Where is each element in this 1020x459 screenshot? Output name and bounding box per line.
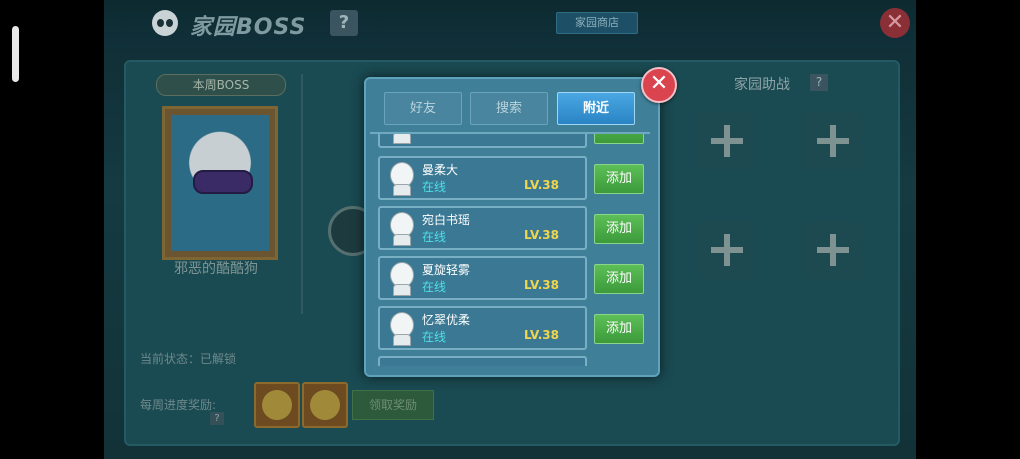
help-button[interactable]: ? bbox=[330, 10, 358, 36]
helpers-help-button[interactable]: ? bbox=[810, 74, 828, 91]
player-name: 忆翠优柔 bbox=[422, 313, 471, 327]
avatar-icon bbox=[386, 134, 414, 144]
page-title: 家园BOSS bbox=[190, 15, 307, 40]
close-page-button[interactable]: ✕ bbox=[880, 8, 910, 38]
player-level: LV.38 bbox=[524, 278, 559, 292]
add-friend-button[interactable]: 添加 bbox=[594, 264, 644, 294]
boss-name: 邪恶的酷酷狗 bbox=[174, 261, 258, 277]
list-item: 夏旋轻雾 在线 LV.38 bbox=[378, 256, 587, 300]
home-shop-button[interactable]: 家园商店 bbox=[556, 12, 638, 34]
avatar-icon bbox=[386, 210, 414, 246]
tab-nearby[interactable]: 附近 bbox=[557, 92, 635, 125]
add-friend-button[interactable]: 添加 bbox=[594, 164, 644, 194]
avatar-icon bbox=[386, 260, 414, 296]
top-bar: 家园BOSS ? 家园商店 ✕ bbox=[104, 0, 916, 48]
panel-divider bbox=[301, 74, 303, 314]
player-status: 在线 bbox=[422, 230, 447, 244]
tab-search[interactable]: 搜索 bbox=[470, 92, 548, 125]
reward-help-button[interactable]: ? bbox=[210, 412, 224, 425]
player-name: 曼柔大 bbox=[422, 163, 459, 177]
boss-portrait bbox=[162, 106, 278, 260]
system-side-handle bbox=[12, 26, 19, 82]
helper-slot[interactable] bbox=[698, 221, 756, 279]
reward-coin-icon[interactable] bbox=[254, 382, 300, 428]
list-item: 忆翠优柔 在线 LV.38 bbox=[378, 306, 587, 350]
helper-slot[interactable] bbox=[698, 112, 756, 170]
reward-coin-icon[interactable] bbox=[302, 382, 348, 428]
list-item: 宛白书瑶 在线 LV.38 bbox=[378, 206, 587, 250]
week-boss-label: 本周BOSS bbox=[156, 74, 286, 96]
helper-slot[interactable] bbox=[804, 221, 862, 279]
helpers-title: 家园助战 bbox=[734, 77, 790, 93]
player-level: LV.38 bbox=[524, 228, 559, 242]
player-name: 宛白书瑶 bbox=[422, 213, 471, 227]
list-item: 曼柔大 在线 LV.38 bbox=[378, 156, 587, 200]
avatar-icon bbox=[386, 310, 414, 346]
player-name: 夏旋轻雾 bbox=[422, 263, 471, 277]
add-friend-button[interactable]: 添加 bbox=[594, 314, 644, 344]
reward-label: 每周进度奖励: bbox=[140, 398, 217, 412]
skull-icon bbox=[152, 10, 178, 36]
avatar-icon bbox=[386, 160, 414, 196]
list-item bbox=[378, 356, 587, 366]
player-level: LV.38 bbox=[524, 328, 559, 342]
status-text: 当前状态：已解锁 bbox=[140, 352, 237, 366]
player-list[interactable]: 曼柔大 在线 LV.38 添加 宛白书瑶 在线 LV.38 添加 夏旋轻雾 在线… bbox=[370, 134, 650, 366]
claim-reward-button[interactable]: 领取奖励 bbox=[352, 390, 434, 420]
player-status: 在线 bbox=[422, 180, 447, 194]
list-item bbox=[378, 134, 587, 148]
player-status: 在线 bbox=[422, 330, 447, 344]
player-level: LV.38 bbox=[524, 178, 559, 192]
tab-friends[interactable]: 好友 bbox=[384, 92, 462, 125]
player-status: 在线 bbox=[422, 280, 447, 294]
goggles-icon bbox=[193, 170, 253, 194]
add-friend-button[interactable]: 添加 bbox=[594, 214, 644, 244]
add-button-partial bbox=[594, 134, 644, 144]
close-dialog-button[interactable]: ✕ bbox=[641, 67, 677, 103]
boss-image bbox=[171, 115, 269, 251]
helper-slot[interactable] bbox=[804, 112, 862, 170]
